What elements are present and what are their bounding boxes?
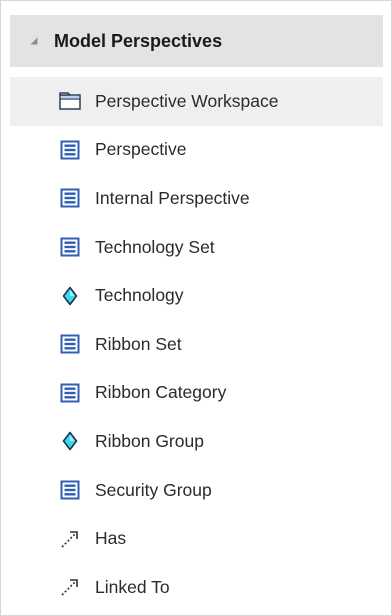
toolbox-item-label: Ribbon Set	[95, 333, 182, 354]
toolbox-item-has[interactable]: Has	[10, 514, 383, 563]
toolbox-item-technology[interactable]: Technology	[10, 271, 383, 320]
toolbox-item-ribbon-group[interactable]: Ribbon Group	[10, 417, 383, 466]
class-icon	[59, 479, 81, 501]
toolbox-item-label: Has	[95, 528, 127, 549]
toolbox-item-list: Perspective Workspace Perspective Intern…	[10, 77, 383, 612]
connector-icon	[59, 528, 81, 550]
toolbox-item-label: Technology Set	[95, 236, 215, 257]
toolbox-item-label: Ribbon Group	[95, 430, 204, 451]
class-icon	[59, 333, 81, 355]
toolbox-item-label: Technology	[95, 285, 184, 306]
toolbox-item-perspective[interactable]: Perspective	[10, 126, 383, 175]
toolbox-item-label: Perspective	[95, 139, 187, 160]
toolbox-item-label: Linked To	[95, 576, 170, 597]
connector-icon	[59, 576, 81, 598]
class-icon	[59, 139, 81, 161]
section-header-model-perspectives[interactable]: Model Perspectives	[10, 15, 383, 67]
section-title: Model Perspectives	[54, 30, 223, 51]
toolbox-item-label: Ribbon Category	[95, 382, 227, 403]
toolbox-item-internal-perspective[interactable]: Internal Perspective	[10, 174, 383, 223]
toolbox-item-perspective-workspace[interactable]: Perspective Workspace	[10, 77, 383, 126]
toolbox-item-label: Internal Perspective	[95, 187, 250, 208]
class-icon	[59, 236, 81, 258]
toolbox-item-label: Security Group	[95, 479, 212, 500]
toolbox-item-linked-to[interactable]: Linked To	[10, 563, 383, 612]
toolbox-item-technology-set[interactable]: Technology Set	[10, 223, 383, 272]
toolbox-item-ribbon-set[interactable]: Ribbon Set	[10, 320, 383, 369]
toolbox-panel: Model Perspectives Perspective Workspace	[0, 0, 392, 616]
toolbox-item-security-group[interactable]: Security Group	[10, 466, 383, 515]
workspace-icon	[59, 90, 81, 112]
class-icon	[59, 382, 81, 404]
triangle-down-icon[interactable]	[28, 35, 40, 47]
diamond-icon	[59, 285, 81, 307]
toolbox-item-ribbon-category[interactable]: Ribbon Category	[10, 369, 383, 418]
diamond-icon	[59, 430, 81, 452]
toolbox-item-label: Perspective Workspace	[95, 90, 279, 111]
class-icon	[59, 187, 81, 209]
